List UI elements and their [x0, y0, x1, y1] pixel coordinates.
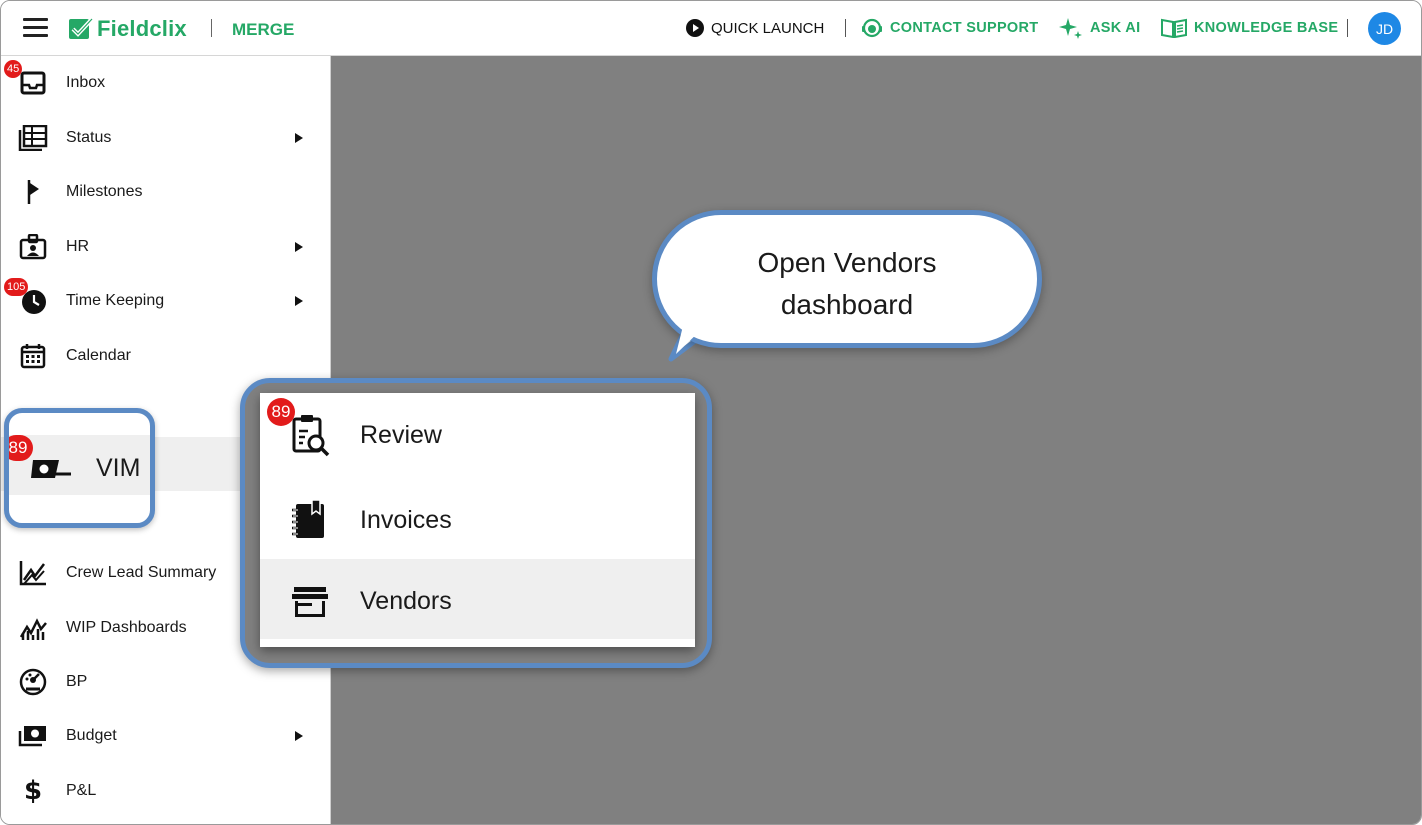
- user-avatar[interactable]: JD: [1368, 12, 1401, 45]
- sidebar-item-label: Crew Lead Summary: [66, 564, 217, 581]
- sidebar-item-label: P&L: [66, 782, 97, 799]
- vim-label: VIM: [96, 454, 141, 482]
- sidebar-item-label: Budget: [66, 727, 117, 744]
- sidebar-item-status[interactable]: Status: [1, 111, 330, 165]
- sparkle-icon: [1059, 18, 1082, 39]
- fieldclix-logo-icon: [69, 17, 94, 39]
- sidebar-item-time-keeping[interactable]: 105 Time Keeping: [1, 274, 330, 328]
- knowledge-base-button[interactable]: KNOWLEDGE BASE: [1161, 17, 1338, 39]
- support-agent-icon: [862, 18, 882, 38]
- play-circle-icon: [686, 19, 704, 37]
- storefront-icon: [292, 587, 328, 617]
- money-icon: [31, 460, 71, 478]
- vim-submenu-zoom: 89 Review Invoices Vendors: [240, 378, 712, 668]
- arrow-right-icon: [295, 296, 303, 306]
- header-divider: [845, 19, 846, 37]
- sidebar-item-label: Milestones: [66, 183, 143, 200]
- sidebar-item-calendar[interactable]: Calendar: [1, 329, 330, 383]
- knowledge-base-label: KNOWLEDGE BASE: [1194, 20, 1339, 36]
- sidebar-item-milestones[interactable]: Milestones: [1, 165, 330, 219]
- hamburger-menu-icon[interactable]: [23, 18, 48, 38]
- callout-text: Open Vendors dashboard: [657, 242, 1037, 326]
- gauge-icon: [18, 667, 48, 697]
- brand-logo[interactable]: Fieldclix: [68, 15, 187, 43]
- ask-ai-label: ASK AI: [1090, 20, 1141, 36]
- submenu-item-label: Review: [360, 421, 442, 449]
- sidebar-item-label: Time Keeping: [66, 292, 165, 309]
- header-divider: [1347, 19, 1348, 37]
- arrow-right-icon: [295, 242, 303, 252]
- review-badge: 89: [267, 398, 295, 426]
- invoices-icon: [292, 499, 324, 538]
- open-book-icon: [1161, 18, 1187, 38]
- dollar-icon: $: [23, 776, 43, 806]
- callout-tail-cover: [676, 326, 703, 354]
- sidebar-item-label: Calendar: [66, 347, 131, 364]
- app-frame: Fieldclix MERGE QUICK LAUNCH CONTACT SUP…: [0, 0, 1422, 825]
- trend-icon: [18, 613, 48, 643]
- table-icon: [18, 123, 48, 153]
- callout-line-2: dashboard: [780, 289, 914, 320]
- sidebar-item-pnl[interactable]: $ P&L: [1, 764, 330, 818]
- line-chart-icon: [18, 558, 48, 588]
- review-icon: [292, 415, 330, 457]
- quick-launch-label: QUICK LAUNCH: [711, 19, 825, 37]
- cash-icon: [18, 721, 48, 751]
- sidebar-item-budget[interactable]: Budget: [1, 709, 330, 763]
- submenu-item-vendors[interactable]: Vendors: [260, 559, 695, 639]
- calendar-icon: [18, 341, 48, 371]
- contact-support-button[interactable]: CONTACT SUPPORT: [861, 17, 1038, 39]
- submenu-item-invoices[interactable]: Invoices: [260, 478, 695, 558]
- submenu-item-label: Invoices: [360, 506, 452, 534]
- sidebar-item-vim[interactable]: 89 VIM: [4, 408, 155, 528]
- submenu-item-review[interactable]: 89 Review: [260, 393, 695, 473]
- callout-line-1: Open Vendors: [757, 247, 937, 278]
- flag-icon: [18, 177, 48, 207]
- sidebar-item-label: HR: [66, 238, 90, 255]
- arrow-right-icon: [295, 731, 303, 741]
- quick-launch-button[interactable]: QUICK LAUNCH: [686, 17, 824, 39]
- top-header: Fieldclix MERGE QUICK LAUNCH CONTACT SUP…: [1, 1, 1421, 56]
- contact-support-label: CONTACT SUPPORT: [890, 20, 1039, 36]
- brand-name: Fieldclix: [97, 16, 187, 41]
- inbox-icon: [18, 68, 48, 98]
- sidebar-item-hr[interactable]: HR: [1, 220, 330, 274]
- sidebar-item-label: BP: [66, 673, 88, 690]
- sidebar-item-inbox[interactable]: 45 Inbox: [1, 56, 330, 110]
- arrow-right-icon: [295, 133, 303, 143]
- ask-ai-button[interactable]: ASK AI: [1059, 17, 1140, 39]
- time-keeping-badge: 105: [4, 278, 29, 296]
- sidebar-item-label: Status: [66, 129, 112, 146]
- header-divider: [211, 19, 212, 37]
- vim-submenu: 89 Review Invoices Vendors: [260, 393, 695, 647]
- sidebar-item-label: WIP Dashboards: [66, 619, 187, 636]
- submenu-item-label: Vendors: [360, 587, 452, 615]
- sidebar-item-label: Inbox: [66, 74, 106, 91]
- id-badge-icon: [18, 232, 48, 262]
- app-name[interactable]: MERGE: [232, 20, 294, 40]
